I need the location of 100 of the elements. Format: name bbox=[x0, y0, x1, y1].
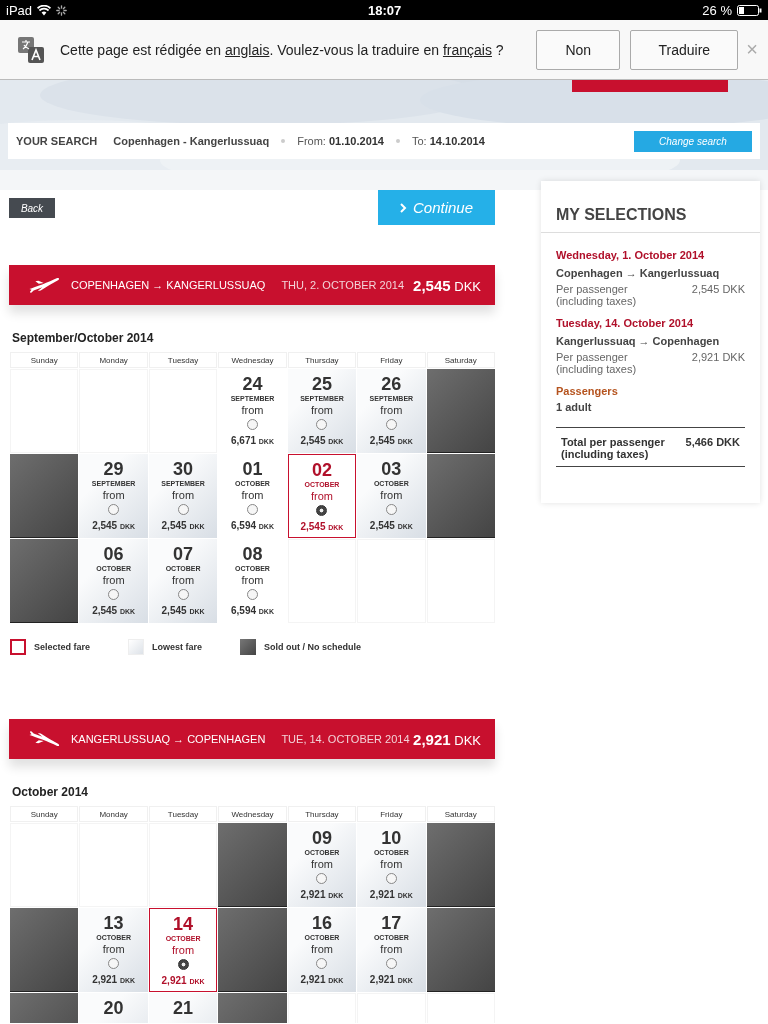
translate-icon bbox=[17, 35, 45, 64]
device-name: iPad bbox=[6, 2, 33, 18]
translate-message: Cette page est rédigée en anglais. Voulez-vous la traduire en français ? bbox=[60, 41, 505, 58]
passengers-count: 1 adult bbox=[556, 401, 593, 413]
spinner-icon bbox=[56, 4, 68, 16]
leg-route: Kangerlussuaq → Copenhagen bbox=[556, 335, 721, 347]
month-title: September/October 2014 bbox=[12, 331, 155, 345]
from-label: from bbox=[172, 489, 195, 502]
day-number: 01 bbox=[242, 459, 263, 479]
day-number: 30 bbox=[173, 459, 194, 479]
day-number: 03 bbox=[381, 459, 402, 479]
from-label: from bbox=[102, 574, 125, 587]
fare-radio[interactable] bbox=[108, 504, 120, 515]
price-label: Per passenger (including taxes) bbox=[556, 283, 638, 307]
day-number: 16 bbox=[311, 913, 332, 933]
total-label: Total per passenger (including taxes) bbox=[561, 436, 666, 460]
back-button[interactable]: Back bbox=[9, 198, 55, 218]
to-date: To: 14.10.2014 bbox=[412, 135, 485, 147]
day-number: 13 bbox=[103, 913, 124, 933]
fare-radio[interactable] bbox=[385, 504, 397, 515]
day-number: 07 bbox=[173, 544, 194, 564]
day-number: 25 bbox=[311, 374, 332, 394]
day-number: 26 bbox=[381, 374, 402, 394]
search-label: YOUR SEARCH bbox=[16, 135, 98, 147]
from-label: from bbox=[380, 858, 403, 871]
translate-button[interactable]: Traduire bbox=[630, 29, 739, 70]
fare-radio[interactable] bbox=[385, 873, 397, 884]
battery-icon bbox=[737, 4, 762, 16]
wifi-icon bbox=[37, 4, 52, 16]
legend-label: Selected fare bbox=[34, 641, 91, 654]
day-number: 02 bbox=[311, 460, 332, 480]
from-label: from bbox=[380, 943, 403, 956]
day-number: 10 bbox=[381, 828, 402, 848]
flight-price: 2,545 DKK bbox=[413, 276, 481, 294]
weekday-header: Tuesday bbox=[148, 806, 218, 822]
fare-radio[interactable] bbox=[316, 873, 328, 884]
weekday-header: Monday bbox=[79, 806, 148, 822]
day-number: 24 bbox=[242, 374, 263, 394]
price-label: Per passenger (including taxes) bbox=[556, 351, 638, 375]
from-label: from bbox=[310, 858, 333, 871]
from-label: from bbox=[102, 489, 125, 502]
flight-price: 2,921 DKK bbox=[413, 730, 481, 748]
fare-radio[interactable] bbox=[385, 419, 397, 430]
weekday-header: Friday bbox=[357, 352, 426, 368]
fare-radio[interactable] bbox=[247, 419, 258, 430]
fare-radio[interactable] bbox=[177, 504, 189, 515]
legend-swatch bbox=[240, 639, 257, 655]
weekday-header: Sunday bbox=[10, 352, 79, 368]
day-number: 20 bbox=[103, 998, 124, 1018]
leg-price: 2,545 DKK bbox=[691, 283, 745, 295]
fare-radio[interactable] bbox=[316, 958, 328, 969]
day-number: 21 bbox=[173, 998, 194, 1018]
month-title: October 2014 bbox=[12, 785, 90, 799]
fare-radio[interactable] bbox=[247, 504, 258, 515]
flight-date: THU, 2. OCTOBER 2014 bbox=[281, 279, 405, 291]
language-link[interactable]: français bbox=[442, 41, 492, 58]
fare-radio[interactable] bbox=[108, 589, 120, 600]
weekday-header: Wednesday bbox=[218, 806, 287, 822]
day-number: 09 bbox=[311, 828, 332, 848]
from-date: From: 01.10.2014 bbox=[297, 135, 384, 147]
from-label: from bbox=[241, 404, 264, 417]
from-label: from bbox=[310, 943, 333, 956]
from-label: from bbox=[172, 574, 195, 587]
fare-radio[interactable] bbox=[247, 589, 258, 600]
day-number: 06 bbox=[103, 544, 124, 564]
weekday-header: Friday bbox=[357, 806, 426, 822]
card-title: MY SELECTIONS bbox=[541, 181, 760, 233]
fare-radio[interactable] bbox=[316, 419, 328, 430]
legend-label: Sold out / No schedule bbox=[264, 641, 362, 654]
decline-button[interactable]: Non bbox=[536, 29, 621, 70]
weekday-header: Wednesday bbox=[218, 352, 287, 368]
legend-swatch bbox=[10, 639, 26, 655]
fare-radio[interactable] bbox=[177, 589, 189, 600]
weekday-header: Sunday bbox=[10, 806, 79, 822]
chevron-icon bbox=[399, 202, 407, 213]
leg-date: Tuesday, 14. October 2014 bbox=[556, 317, 695, 329]
from-label: from bbox=[310, 404, 333, 417]
weekday-header: Monday bbox=[79, 352, 148, 368]
search-route: Copenhagen - Kangerlussuaq bbox=[113, 135, 270, 147]
from-label: from bbox=[241, 574, 264, 587]
fare-radio[interactable] bbox=[316, 505, 328, 516]
weekday-header: Saturday bbox=[426, 806, 495, 822]
leg-price: 2,921 DKK bbox=[691, 351, 745, 363]
from-label: from bbox=[380, 404, 403, 417]
fare-radio[interactable] bbox=[108, 958, 120, 969]
weekday-header: Thursday bbox=[287, 806, 357, 822]
day-number: 29 bbox=[103, 459, 124, 479]
legend-label: Lowest fare bbox=[152, 641, 203, 654]
leg-date: Wednesday, 1. October 2014 bbox=[556, 249, 706, 261]
from-label: from bbox=[380, 489, 403, 502]
total-price: 5,466 DKK bbox=[685, 436, 740, 450]
flight-date: TUE, 14. OCTOBER 2014 bbox=[281, 733, 410, 745]
calendar-day[interactable]: 21 bbox=[148, 993, 218, 1023]
from-label: from bbox=[172, 944, 195, 957]
from-label: from bbox=[241, 489, 264, 502]
from-label: from bbox=[310, 490, 333, 503]
calendar-day[interactable]: 20 bbox=[79, 993, 148, 1023]
day-number: 17 bbox=[381, 913, 402, 933]
fare-radio[interactable] bbox=[177, 959, 189, 970]
fare-radio[interactable] bbox=[385, 958, 397, 969]
